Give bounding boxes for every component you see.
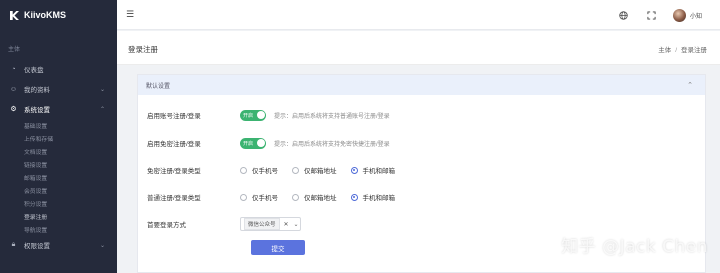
radio-circle [240, 166, 247, 174]
app-logo[interactable]: KiivoKMS [0, 0, 117, 30]
switch-knob [256, 111, 265, 119]
field-hint: 提示：启用后系统将支持普通账号注册/登录 [274, 113, 390, 120]
radio-phone-only[interactable]: 仅手机号 [240, 192, 278, 202]
chevron-down-icon: ⌄ [99, 242, 105, 249]
page-header: 登录注册 主体 / 登录注册 [117, 31, 720, 65]
breadcrumb-separator: / [675, 47, 677, 54]
field-label: 免密注册/登录类型 [147, 168, 201, 175]
radio-circle [292, 166, 299, 174]
sidebar-item-label: 系统设置 [24, 107, 50, 114]
nopass-login-row: 启用免密注册/登录 开启 提示：启用后系统将支持免密快捷注册/登录 [147, 136, 390, 150]
account-login-switch[interactable]: 开启 [240, 109, 266, 121]
radio-label: 仅邮箱地址 [304, 168, 337, 175]
sidebar-item-settings[interactable]: ⚙ 系统设置 ⌃ [0, 99, 117, 119]
chevron-up-icon: ⌃ [99, 106, 105, 113]
header-actions: 小知 [617, 0, 720, 30]
top-header: ☰ 小知 [117, 0, 720, 30]
card-header[interactable]: 默认设置 ⌃ [138, 75, 705, 95]
field-label: 首要登录方式 [147, 222, 186, 229]
sidebar-item-label: 权限设置 [24, 243, 50, 250]
breadcrumb: 主体 / 登录注册 [658, 44, 707, 54]
radio-label: 仅邮箱地址 [304, 195, 337, 202]
radio-email-only[interactable]: 仅邮箱地址 [292, 192, 337, 202]
switch-text: 开启 [243, 112, 254, 119]
radio-email-only[interactable]: 仅邮箱地址 [292, 165, 337, 175]
switch-knob [256, 139, 265, 147]
fullscreen-icon[interactable] [645, 8, 659, 22]
radio-label: 仅手机号 [252, 195, 278, 202]
app-name: KiivoKMS [24, 10, 67, 20]
nopass-login-switch[interactable]: 开启 [240, 137, 266, 149]
sidebar-subitem-login[interactable]: 登录注册 [0, 210, 117, 223]
preferred-login-select[interactable]: 微信公众号 ✕ ⌄ [240, 217, 301, 231]
sidebar-subitem-member[interactable]: 会员设置 [0, 184, 117, 197]
sidebar-subitem-basic[interactable]: 基础设置 [0, 119, 117, 132]
nopass-type-row: 免密注册/登录类型 仅手机号 仅邮箱地址 手机和邮箱 [147, 163, 409, 177]
avatar[interactable] [672, 8, 686, 22]
radio-circle [292, 193, 299, 201]
preferred-login-row: 首要登录方式 微信公众号 ✕ ⌄ [147, 217, 301, 231]
watermark: 知乎 @Jack Chen [561, 237, 708, 257]
chevron-down-icon: ⌄ [99, 86, 105, 93]
breadcrumb-item-current: 登录注册 [681, 47, 707, 54]
dashboard-icon: ◔ [11, 65, 16, 73]
chevron-down-icon: ⌄ [293, 221, 299, 228]
collapse-chevron-icon[interactable]: ⌃ [687, 81, 693, 89]
radio-circle-selected [350, 193, 358, 201]
sidebar-item-dashboard[interactable]: ◔ 仪表盘 [0, 59, 117, 79]
sidebar-subitem-points[interactable]: 积分设置 [0, 197, 117, 210]
logo-icon [10, 10, 19, 20]
sidebar-item-permissions[interactable]: 🔒︎ 权限设置 ⌄ [0, 236, 117, 254]
sidebar: KiivoKMS 主体 ◔ 仪表盘 ☺ 我的资料 ⌄ ⚙ 系统设置 ⌃ 基础设置… [0, 0, 117, 273]
sidebar-item-label: 仪表盘 [24, 67, 44, 74]
selected-tag: 微信公众号 [244, 218, 280, 230]
sidebar-subitem-link[interactable]: 链接设置 [0, 158, 117, 171]
radio-label: 手机和邮箱 [362, 168, 396, 175]
menu-toggle-icon[interactable]: ☰ [126, 9, 134, 20]
radio-label: 仅手机号 [252, 168, 278, 175]
breadcrumb-item-home[interactable]: 主体 [658, 47, 671, 54]
submit-button[interactable]: 提交 [251, 240, 305, 255]
sidebar-item-profile[interactable]: ☺ 我的资料 ⌄ [0, 79, 117, 99]
card-title: 默认设置 [146, 83, 171, 90]
sidebar-subitem-nav[interactable]: 导航设置 [0, 223, 117, 236]
gear-icon: ⚙ [10, 106, 17, 113]
sidebar-subitem-upload[interactable]: 上传和存储 [0, 132, 117, 145]
field-label: 普通注册/登录类型 [147, 195, 201, 202]
radio-phone-only[interactable]: 仅手机号 [240, 165, 278, 175]
radio-phone-and-email[interactable]: 手机和邮箱 [350, 192, 396, 202]
sidebar-subitem-email[interactable]: 邮箱设置 [0, 171, 117, 184]
field-label: 启用免密注册/登录 [147, 141, 201, 148]
normal-type-row: 普通注册/登录类型 仅手机号 仅邮箱地址 手机和邮箱 [147, 190, 409, 204]
page-title: 登录注册 [128, 45, 158, 54]
radio-phone-and-email[interactable]: 手机和邮箱 [350, 165, 396, 175]
globe-icon[interactable] [617, 8, 631, 22]
account-login-row: 启用账号注册/登录 开启 提示：启用后系统将支持普通账号注册/登录 [147, 108, 390, 122]
field-hint: 提示：启用后系统将支持免密快捷注册/登录 [274, 141, 390, 148]
field-label: 启用账号注册/登录 [147, 113, 201, 120]
user-icon: ☺ [9, 85, 18, 93]
radio-circle-selected [350, 166, 358, 174]
sidebar-subitem-document[interactable]: 文档设置 [0, 145, 117, 158]
app-window: KiivoKMS 主体 ◔ 仪表盘 ☺ 我的资料 ⌄ ⚙ 系统设置 ⌃ 基础设置… [0, 0, 720, 273]
sidebar-item-label: 我的资料 [24, 87, 50, 94]
user-name[interactable]: 小知 [690, 11, 702, 20]
switch-text: 开启 [243, 140, 254, 147]
clear-icon[interactable]: ✕ [284, 221, 289, 228]
radio-circle [240, 193, 247, 201]
lock-icon: 🔒︎ [11, 241, 16, 248]
radio-label: 手机和邮箱 [362, 195, 396, 202]
sidebar-section-label: 主体 [8, 47, 21, 53]
